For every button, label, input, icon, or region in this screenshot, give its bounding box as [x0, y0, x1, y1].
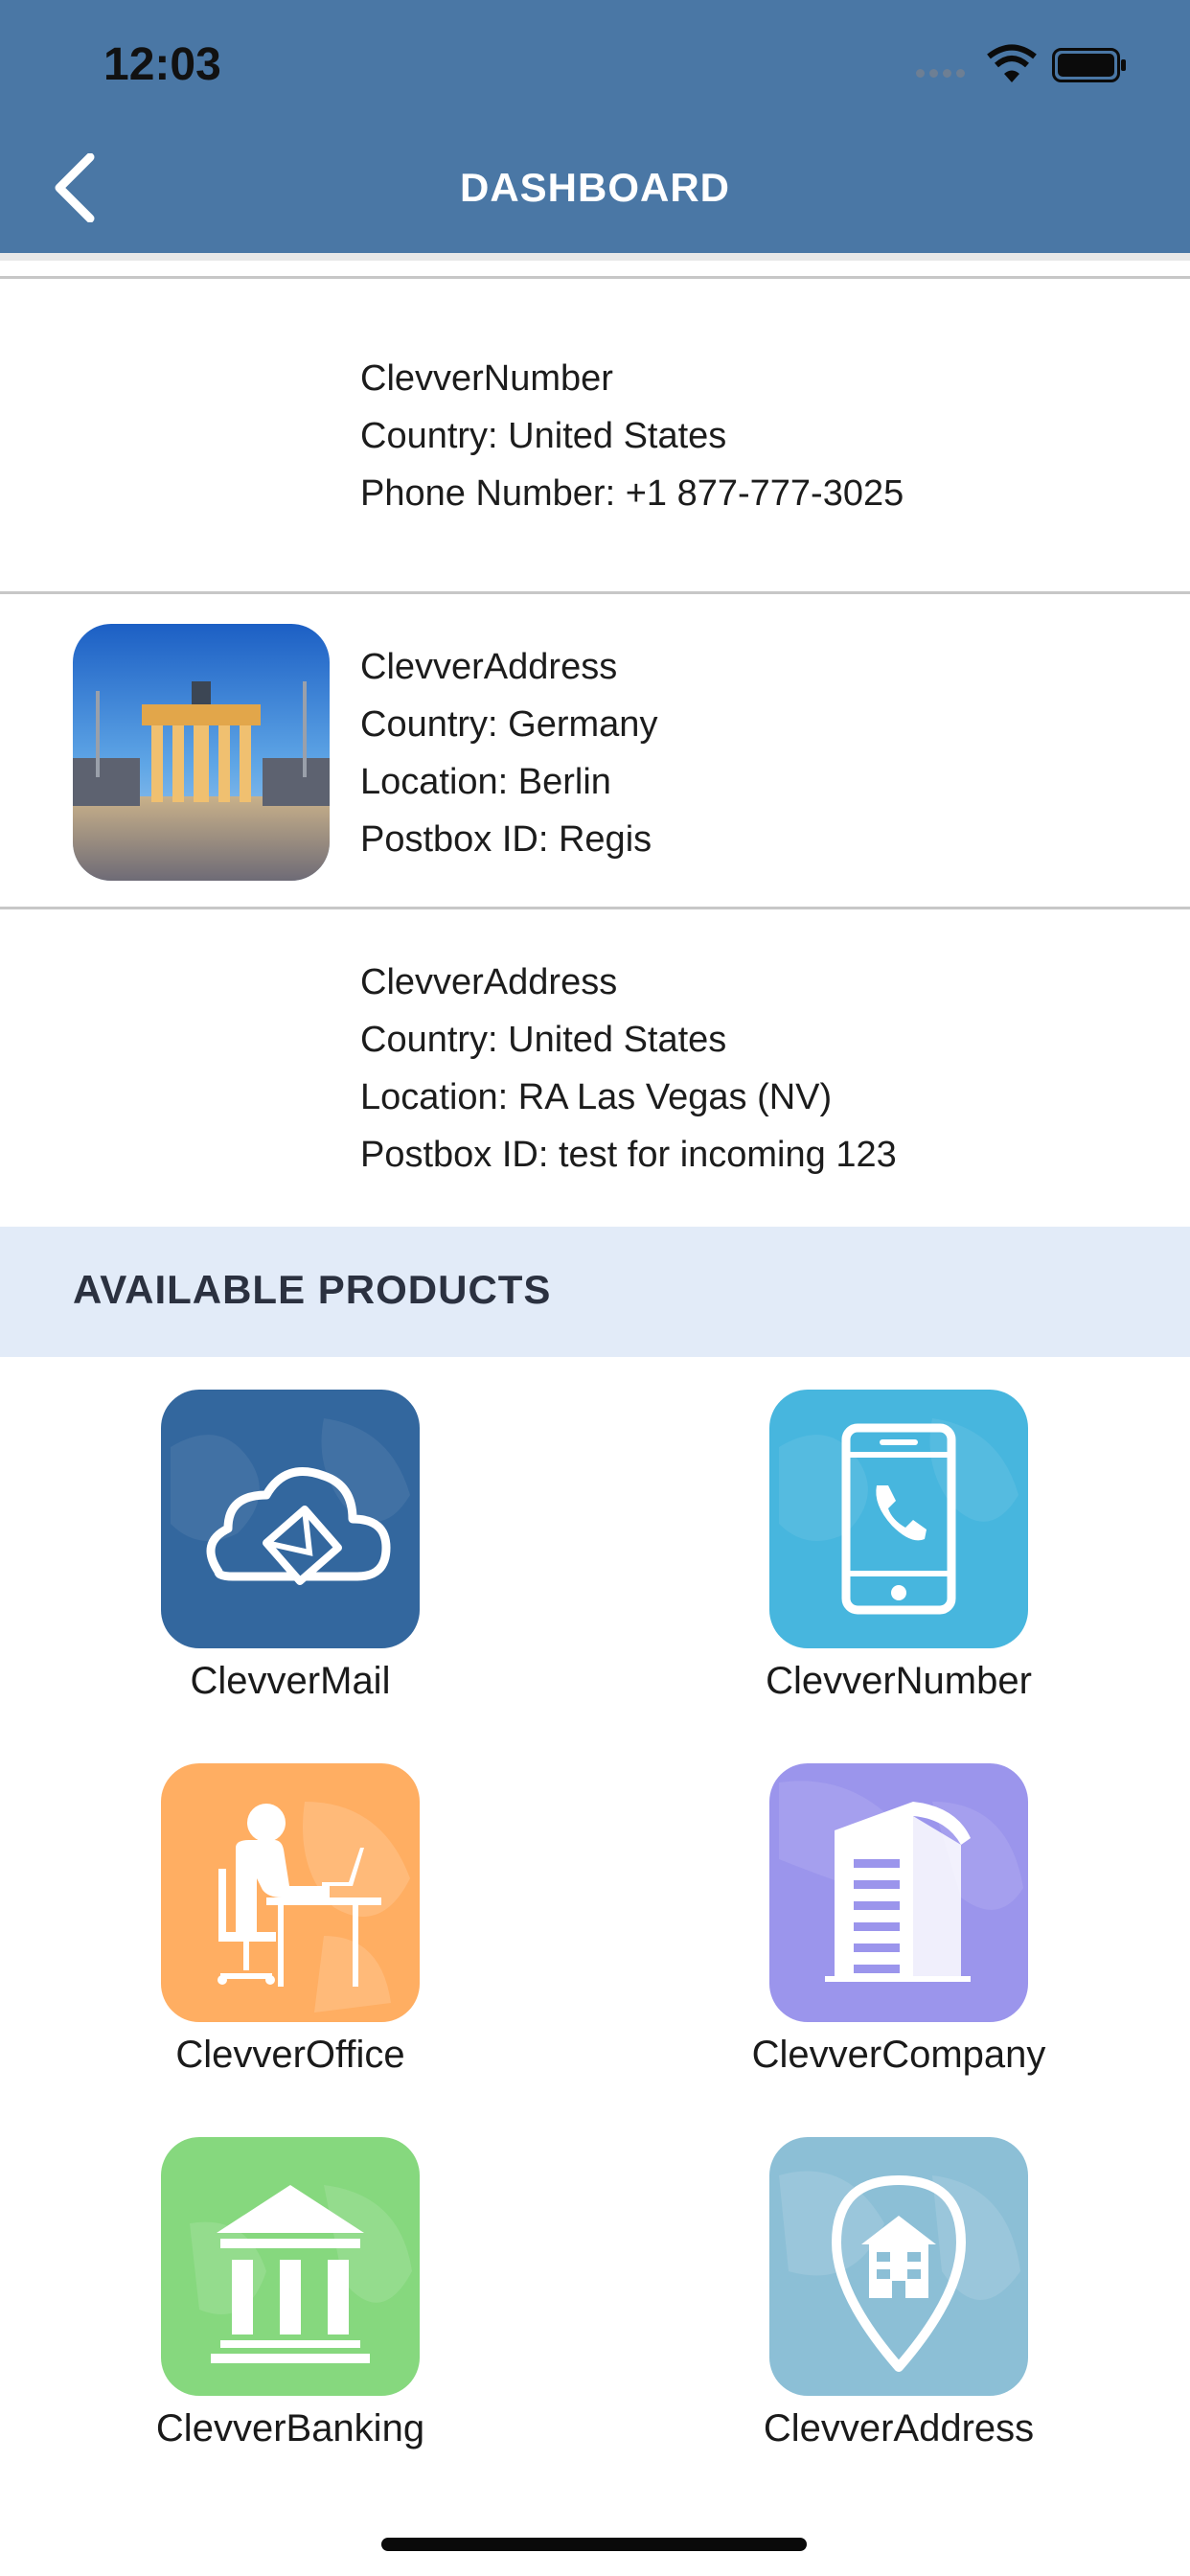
card-postbox-id: Postbox ID: test for incoming 123 — [360, 1135, 897, 1175]
product-label: ClevverOffice — [175, 2034, 405, 2076]
header-shadow — [0, 253, 1190, 261]
subscription-card-address-las-vegas[interactable]: ClevverAddress Country: United States Lo… — [0, 909, 1190, 1226]
status-time: 12:03 — [103, 39, 221, 90]
bank-icon — [161, 2137, 420, 2396]
product-label: ClevverCompany — [751, 2034, 1046, 2076]
building-icon — [769, 1763, 1028, 2022]
product-label: ClevverAddress — [763, 2407, 1035, 2450]
section-title: AVAILABLE PRODUCTS — [73, 1267, 552, 1312]
cellular-signal-icon — [916, 69, 965, 78]
card-country: Country: Germany — [360, 704, 658, 745]
product-clevveraddress[interactable]: ClevverAddress — [645, 2137, 1143, 2482]
product-label: ClevverNumber — [766, 1660, 1032, 1702]
product-clevveroffice[interactable]: ClevverOffice — [36, 1763, 535, 2108]
card-phone-number: Phone Number: +1 877-777-3025 — [360, 473, 904, 514]
product-clevvermail[interactable]: ClevverMail — [36, 1390, 535, 1735]
subscription-card-number[interactable]: ClevverNumber Country: United States Pho… — [0, 279, 1190, 592]
card-location: Location: Berlin — [360, 762, 611, 802]
page-title: DASHBOARD — [460, 165, 730, 210]
product-clevverbanking[interactable]: ClevverBanking — [36, 2137, 535, 2482]
card-postbox-id: Postbox ID: Regis — [360, 819, 652, 860]
card-product-name: ClevverAddress — [360, 647, 618, 687]
card-product-name: ClevverAddress — [360, 962, 618, 1002]
product-label: ClevverBanking — [155, 2407, 425, 2450]
card-product-name: ClevverNumber — [360, 358, 613, 399]
product-clevvercompany[interactable]: ClevverCompany — [645, 1763, 1143, 2108]
office-worker-icon — [161, 1763, 420, 2022]
product-clevvernumber[interactable]: ClevverNumber — [645, 1390, 1143, 1735]
product-label: ClevverMail — [190, 1660, 391, 1702]
card-country: Country: United States — [360, 1020, 727, 1060]
phone-icon — [769, 1390, 1028, 1648]
location-pin-icon — [769, 2137, 1028, 2396]
cloud-mail-icon — [161, 1390, 420, 1648]
brandenburg-gate-photo — [73, 624, 330, 881]
home-indicator[interactable] — [381, 2538, 807, 2551]
wifi-icon — [987, 44, 1037, 82]
navigation-header: 12:03 DASHBOARD — [0, 0, 1190, 253]
card-location: Location: RA Las Vegas (NV) — [360, 1077, 833, 1117]
battery-icon — [1052, 48, 1126, 82]
card-country: Country: United States — [360, 416, 727, 456]
